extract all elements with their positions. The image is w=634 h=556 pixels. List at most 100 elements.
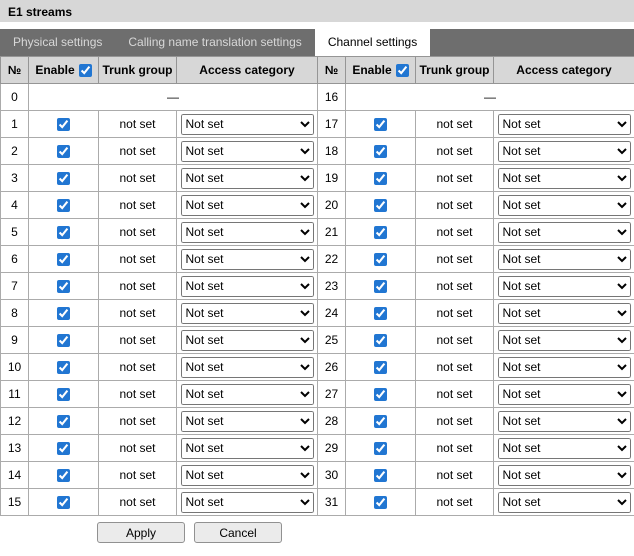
trunk-group-value: not set: [416, 381, 494, 408]
access-category-select[interactable]: Not set: [181, 276, 314, 297]
access-category-select[interactable]: Not set: [498, 249, 631, 270]
trunk-group-value: not set: [416, 246, 494, 273]
enable-checkbox[interactable]: [57, 145, 70, 158]
channel-row: 2not setNot set18not setNot set: [1, 138, 634, 165]
access-category-select[interactable]: Not set: [498, 276, 631, 297]
access-category-cell: Not set: [494, 111, 634, 138]
enable-checkbox[interactable]: [57, 469, 70, 482]
enable-checkbox[interactable]: [57, 442, 70, 455]
access-category-select[interactable]: Not set: [498, 114, 631, 135]
enable-checkbox[interactable]: [57, 496, 70, 509]
channel-number: 18: [318, 138, 346, 165]
access-category-select[interactable]: Not set: [181, 141, 314, 162]
header-enable-right: Enable: [346, 57, 416, 84]
channel-number: 20: [318, 192, 346, 219]
enable-checkbox[interactable]: [374, 496, 387, 509]
access-category-select[interactable]: Not set: [181, 384, 314, 405]
access-category-select[interactable]: Not set: [498, 384, 631, 405]
enable-checkbox[interactable]: [374, 280, 387, 293]
channel-row: 1not setNot set17not setNot set: [1, 111, 634, 138]
enable-checkbox[interactable]: [57, 253, 70, 266]
access-category-select[interactable]: Not set: [181, 114, 314, 135]
title-tab-divider: [0, 22, 634, 29]
channel-disabled-dash: —: [346, 84, 634, 111]
enable-checkbox[interactable]: [374, 442, 387, 455]
enable-cell: [346, 138, 416, 165]
enable-checkbox[interactable]: [57, 118, 70, 131]
apply-button[interactable]: Apply: [97, 522, 185, 543]
access-category-select[interactable]: Not set: [498, 303, 631, 324]
access-category-cell: Not set: [494, 462, 634, 489]
enable-checkbox[interactable]: [57, 334, 70, 347]
enable-checkbox[interactable]: [57, 226, 70, 239]
enable-checkbox[interactable]: [374, 361, 387, 374]
channel-number: 9: [1, 327, 29, 354]
trunk-group-value: not set: [416, 192, 494, 219]
form-actions: Apply Cancel: [0, 516, 634, 549]
enable-checkbox[interactable]: [374, 145, 387, 158]
enable-checkbox[interactable]: [57, 415, 70, 428]
access-category-select[interactable]: Not set: [181, 168, 314, 189]
channel-number: 13: [1, 435, 29, 462]
channel-number: 24: [318, 300, 346, 327]
enable-checkbox[interactable]: [374, 334, 387, 347]
tab-physical-settings[interactable]: Physical settings: [0, 29, 115, 56]
enable-checkbox[interactable]: [57, 361, 70, 374]
enable-checkbox[interactable]: [57, 388, 70, 401]
channel-number: 23: [318, 273, 346, 300]
channel-number: 3: [1, 165, 29, 192]
access-category-select[interactable]: Not set: [498, 438, 631, 459]
enable-all-checkbox[interactable]: [79, 64, 92, 77]
enable-checkbox[interactable]: [57, 172, 70, 185]
access-category-select[interactable]: Not set: [181, 465, 314, 486]
access-category-select[interactable]: Not set: [181, 330, 314, 351]
access-category-select[interactable]: Not set: [181, 357, 314, 378]
access-category-cell: Not set: [177, 435, 318, 462]
access-category-select[interactable]: Not set: [498, 168, 631, 189]
access-category-select[interactable]: Not set: [498, 141, 631, 162]
access-category-cell: Not set: [177, 273, 318, 300]
enable-cell: [29, 300, 99, 327]
access-category-select[interactable]: Not set: [498, 492, 631, 513]
enable-checkbox[interactable]: [57, 199, 70, 212]
channel-number: 16: [318, 84, 346, 111]
access-category-select[interactable]: Not set: [498, 330, 631, 351]
enable-checkbox[interactable]: [374, 415, 387, 428]
access-category-select[interactable]: Not set: [181, 492, 314, 513]
access-category-cell: Not set: [494, 435, 634, 462]
access-category-select[interactable]: Not set: [498, 357, 631, 378]
access-category-cell: Not set: [177, 246, 318, 273]
enable-checkbox[interactable]: [374, 307, 387, 320]
access-category-select[interactable]: Not set: [181, 222, 314, 243]
tab-calling-name-translation-settings[interactable]: Calling name translation settings: [115, 29, 314, 56]
trunk-group-value: not set: [416, 408, 494, 435]
access-category-select[interactable]: Not set: [498, 222, 631, 243]
tab-channel-settings[interactable]: Channel settings: [315, 29, 430, 56]
enable-checkbox[interactable]: [374, 118, 387, 131]
access-category-select[interactable]: Not set: [498, 465, 631, 486]
access-category-select[interactable]: Not set: [498, 195, 631, 216]
enable-checkbox[interactable]: [374, 253, 387, 266]
channel-row: 8not setNot set24not setNot set: [1, 300, 634, 327]
enable-cell: [346, 219, 416, 246]
enable-checkbox[interactable]: [374, 172, 387, 185]
header-enable-label: Enable: [35, 63, 74, 77]
enable-checkbox[interactable]: [374, 469, 387, 482]
access-category-cell: Not set: [494, 327, 634, 354]
cancel-button[interactable]: Cancel: [194, 522, 282, 543]
enable-all-checkbox[interactable]: [396, 64, 409, 77]
access-category-select[interactable]: Not set: [181, 303, 314, 324]
access-category-select[interactable]: Not set: [181, 195, 314, 216]
enable-checkbox[interactable]: [374, 199, 387, 212]
access-category-select[interactable]: Not set: [498, 411, 631, 432]
enable-checkbox[interactable]: [374, 388, 387, 401]
enable-checkbox[interactable]: [374, 226, 387, 239]
channel-row: 10not setNot set26not setNot set: [1, 354, 634, 381]
access-category-select[interactable]: Not set: [181, 411, 314, 432]
access-category-select[interactable]: Not set: [181, 438, 314, 459]
enable-cell: [346, 273, 416, 300]
access-category-select[interactable]: Not set: [181, 249, 314, 270]
enable-checkbox[interactable]: [57, 307, 70, 320]
enable-cell: [29, 327, 99, 354]
enable-checkbox[interactable]: [57, 280, 70, 293]
